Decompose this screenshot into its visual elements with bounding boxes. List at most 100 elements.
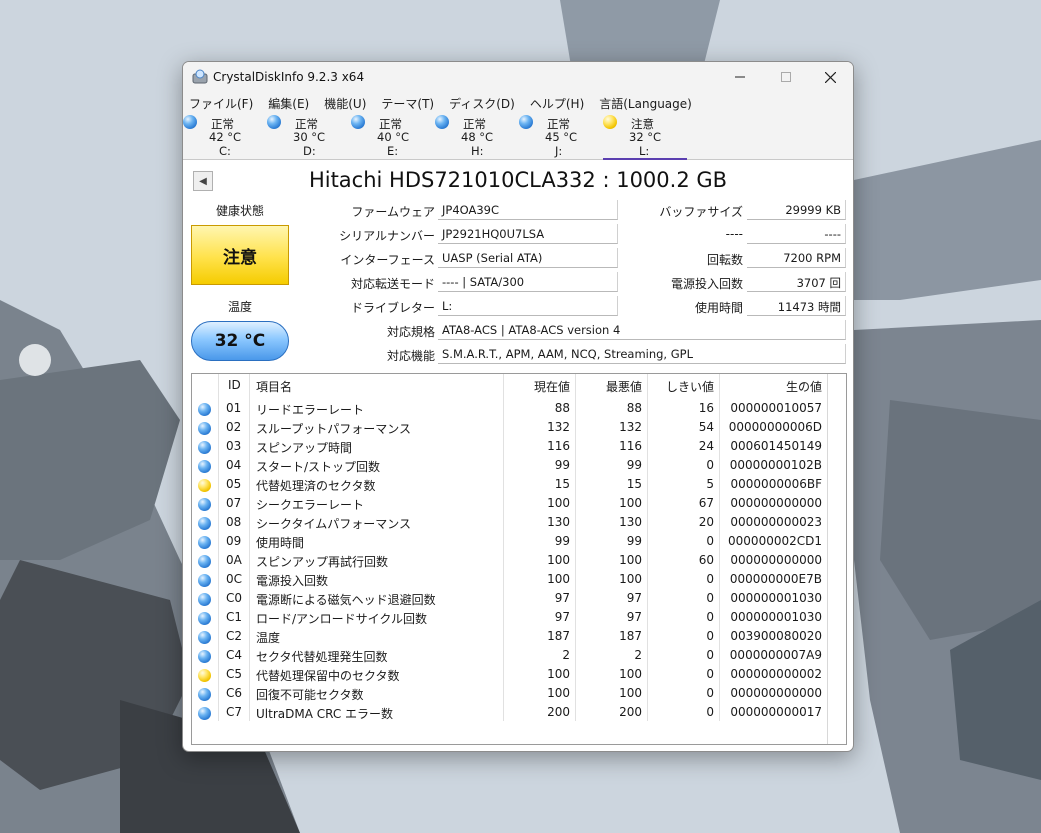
disk-model-title: Hitachi HDS721010CLA332 : 1000.2 GB xyxy=(308,168,728,192)
temperature-label: 温度 xyxy=(227,300,252,314)
table-row[interactable]: 02 スループットパフォーマンス 132 132 54 00000000006D xyxy=(192,419,828,438)
current-value: 88 xyxy=(554,401,570,415)
table-row[interactable]: C0 電源断による磁気ヘッド退避回数 97 97 0 000000001030 xyxy=(192,590,828,609)
attribute-name: スピンアップ再試行回数 xyxy=(256,555,389,569)
menu-function[interactable]: 機能(U) xyxy=(324,92,373,112)
drive-tab-e[interactable]: 正常 40 °C E: xyxy=(351,114,435,158)
column-header-threshold[interactable]: しきい値 xyxy=(647,378,714,396)
close-button[interactable] xyxy=(807,62,853,92)
table-row[interactable]: 07 シークエラーレート 100 100 67 000000000000 xyxy=(192,495,828,514)
interface-label: インターフェース xyxy=(340,253,435,267)
attribute-name: 使用時間 xyxy=(256,536,305,550)
threshold-value: 0 xyxy=(706,534,714,548)
threshold-value: 67 xyxy=(698,496,714,510)
menu-file[interactable]: ファイル(F) xyxy=(189,92,260,112)
current-value: 97 xyxy=(554,610,570,624)
attribute-id: 07 xyxy=(226,496,242,510)
raw-value: 0000000007A9 xyxy=(729,648,822,662)
transfer-mode-label: 対応転送モード xyxy=(350,277,435,291)
power-on-hours-label: 使用時間 xyxy=(694,301,743,315)
previous-disk-button[interactable]: ◀ xyxy=(193,171,213,191)
current-value: 100 xyxy=(547,572,570,586)
health-status-badge[interactable]: 注意 xyxy=(191,225,289,285)
raw-value: 00000000102B xyxy=(729,458,822,472)
menu-edit[interactable]: 編集(E) xyxy=(268,92,316,112)
column-header-name[interactable]: 項目名 xyxy=(256,378,292,396)
column-header-raw[interactable]: 生の値 xyxy=(719,378,822,396)
table-row[interactable]: C7 UltraDMA CRC エラー数 200 200 0 000000000017 xyxy=(192,704,828,723)
table-row[interactable]: 05 代替処理済のセクタ数 15 15 5 0000000006BF xyxy=(192,476,828,495)
drive-temperature: 32 °C xyxy=(629,130,662,144)
table-row[interactable]: C2 温度 187 187 0 003900080020 xyxy=(192,628,828,647)
close-icon xyxy=(824,71,836,83)
health-status-orb-icon xyxy=(198,631,211,644)
table-row[interactable]: C1 ロード/アンロードサイクル回数 97 97 0 000000001030 xyxy=(192,609,828,628)
current-value: 100 xyxy=(547,553,570,567)
raw-value: 000000000000 xyxy=(730,686,822,700)
table-row[interactable]: 04 スタート/ストップ回数 99 99 0 00000000102B xyxy=(192,457,828,476)
table-row[interactable]: C4 セクタ代替処理発生回数 2 2 0 0000000007A9 xyxy=(192,647,828,666)
current-value: 116 xyxy=(547,439,570,453)
worst-value: 99 xyxy=(626,458,642,472)
drive-letter: L: xyxy=(639,144,650,158)
drive-tab-h[interactable]: 正常 48 °C H: xyxy=(435,114,519,158)
drive-tab-j[interactable]: 正常 45 °C J: xyxy=(519,114,603,158)
attribute-name: セクタ代替処理発生回数 xyxy=(256,650,388,664)
smart-table-body: ID 項目名 現在値 最悪値 しきい値 生の値 01 リードエラーレート 88 88 1… xyxy=(192,374,828,744)
table-row[interactable]: 09 使用時間 99 99 0 000000002CD1 xyxy=(192,533,828,552)
attribute-id: C4 xyxy=(226,648,243,662)
worst-value: 99 xyxy=(626,534,642,548)
table-row[interactable]: 0C 電源投入回数 100 100 0 000000000E7B xyxy=(192,571,828,590)
attribute-id: 08 xyxy=(226,515,242,529)
title-bar[interactable]: CrystalDiskInfo 9.2.3 x64 xyxy=(183,62,853,92)
menu-language[interactable]: 言語(Language) xyxy=(599,92,699,112)
smart-attribute-table[interactable]: ID 項目名 現在値 最悪値 しきい値 生の値 01 リードエラーレート 88 88 1… xyxy=(191,373,847,745)
worst-value: 97 xyxy=(626,591,642,605)
attribute-name: 代替処理済のセクタ数 xyxy=(256,479,376,493)
table-row[interactable]: C5 代替処理保留中のセクタ数 100 100 0 000000000002 xyxy=(192,666,828,685)
drive-tab-d[interactable]: 正常 30 °C D: xyxy=(267,114,351,158)
menu-theme[interactable]: テーマ(T) xyxy=(381,92,441,112)
menu-bar: ファイル(F) 編集(E) 機能(U) テーマ(T) ディスク(D) ヘルプ(H… xyxy=(183,92,853,112)
health-status-label: 健康状態 xyxy=(215,204,264,218)
maximize-button[interactable] xyxy=(763,62,809,92)
attribute-id: 0C xyxy=(226,572,243,586)
worst-value: 97 xyxy=(626,610,642,624)
power-on-count-value: 3707 回 xyxy=(747,272,846,292)
drive-letter: D: xyxy=(303,144,316,158)
raw-value: 000000000023 xyxy=(730,515,822,529)
menu-disk[interactable]: ディスク(D) xyxy=(449,92,522,112)
minimize-button[interactable] xyxy=(717,62,763,92)
standard-value: ATA8-ACS | ATA8-ACS version 4 xyxy=(438,320,846,340)
drive-temperature: 40 °C xyxy=(377,130,410,144)
maximize-icon xyxy=(781,72,791,82)
buffer-size-label: バッファサイズ xyxy=(659,205,743,219)
current-value: 99 xyxy=(554,458,570,472)
table-row[interactable]: 03 スピンアップ時間 116 116 24 000601450149 xyxy=(192,438,828,457)
threshold-value: 0 xyxy=(706,458,714,472)
table-row[interactable]: 0A スピンアップ再試行回数 100 100 60 000000000000 xyxy=(192,552,828,571)
column-header-id[interactable]: ID xyxy=(228,378,241,396)
power-on-count-label: 電源投入回数 xyxy=(670,277,743,291)
attribute-id: 09 xyxy=(226,534,242,548)
drive-tab-l[interactable]: 注意 32 °C L: xyxy=(603,114,687,160)
transfer-mode-value: ---- | SATA/300 xyxy=(438,272,618,292)
threshold-value: 0 xyxy=(706,667,714,681)
temperature-badge[interactable]: 32 °C xyxy=(191,321,289,361)
menu-help[interactable]: ヘルプ(H) xyxy=(530,92,591,112)
drive-tab-c[interactable]: 正常 42 °C C: xyxy=(183,114,267,158)
table-row[interactable]: 01 リードエラーレート 88 88 16 000000010057 xyxy=(192,400,828,419)
column-header-worst[interactable]: 最悪値 xyxy=(575,378,642,396)
table-row[interactable]: 08 シークタイムパフォーマンス 130 130 20 000000000023 xyxy=(192,514,828,533)
worst-value: 88 xyxy=(626,401,642,415)
drive-temperature: 30 °C xyxy=(293,130,326,144)
drive-letter-value: L: xyxy=(438,296,618,316)
attribute-name: 電源投入回数 xyxy=(256,574,329,588)
column-header-current[interactable]: 現在値 xyxy=(503,378,570,396)
worst-value: 100 xyxy=(619,667,642,681)
table-row[interactable]: C6 回復不可能セクタ数 100 100 0 000000000000 xyxy=(192,685,828,704)
worst-value: 116 xyxy=(619,439,642,453)
raw-value: 000000000017 xyxy=(730,705,822,719)
health-status-orb-icon xyxy=(198,593,211,606)
raw-value: 000000001030 xyxy=(730,591,822,605)
